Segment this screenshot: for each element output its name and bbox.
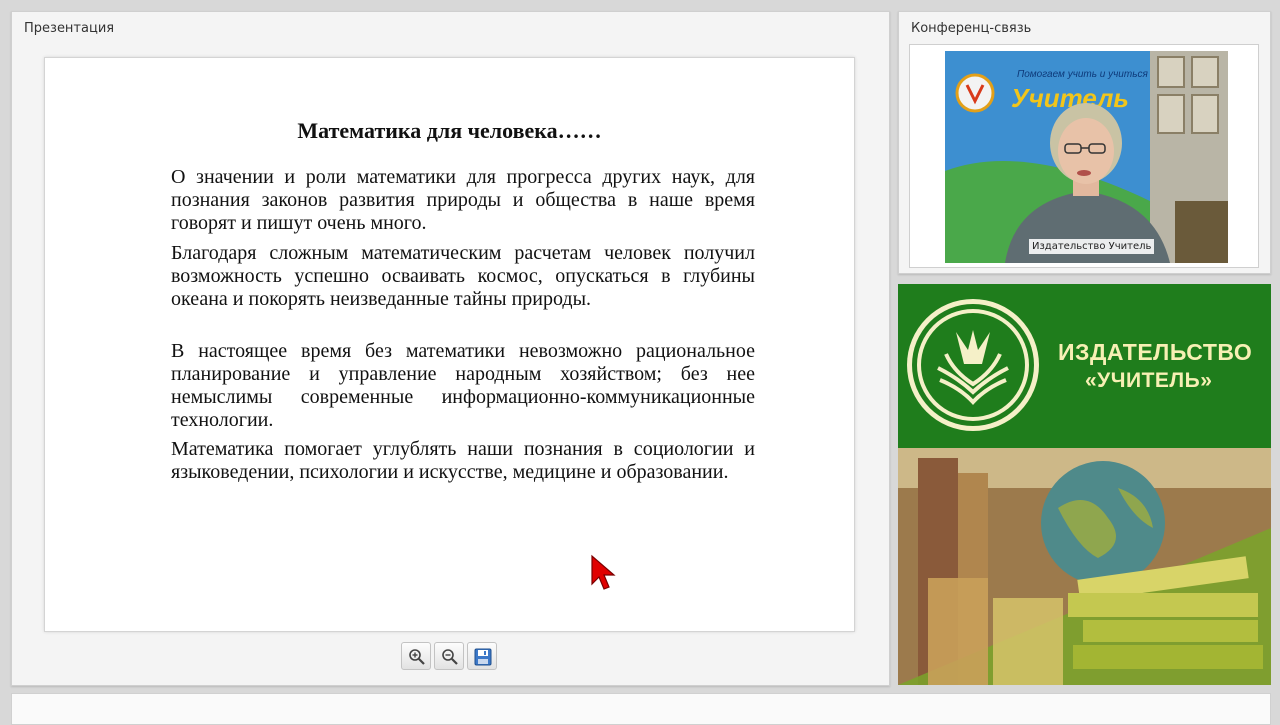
video-caption: Издательство Учитель	[1029, 239, 1155, 254]
presentation-panel-title: Презентация	[24, 21, 115, 36]
banner-title-line-2: «УЧИТЕЛЬ»	[1085, 369, 1213, 392]
slide-paragraph-4: Математика помогает углублять наши позна…	[171, 438, 755, 483]
publisher-logo-icon	[907, 299, 1039, 431]
mouse-pointer-icon	[591, 554, 616, 590]
presentation-panel: Презентация Математика для человека…… О …	[11, 11, 890, 686]
conference-panel: Конференц-связь Помогаем учить и учиться…	[898, 11, 1271, 274]
slide-paragraph-1: О значении и роли математики для прогрес…	[171, 166, 755, 234]
publisher-banner: ИЗДАТЕЛЬСТВО «УЧИТЕЛЬ»	[898, 284, 1271, 685]
poster-slogan: Помогаем учить и учиться	[1017, 69, 1148, 80]
video-frame: Помогаем учить и учиться Учитель Издател…	[909, 44, 1259, 268]
slide-title: Математика для человека……	[297, 118, 602, 143]
zoom-out-icon	[442, 649, 458, 665]
webcam-video[interactable]: Помогаем учить и учиться Учитель Издател…	[945, 51, 1228, 263]
banner-title-line-1: ИЗДАТЕЛЬСТВО	[1058, 339, 1253, 365]
conference-panel-title: Конференц-связь	[911, 21, 1032, 36]
zoom-in-button[interactable]	[401, 642, 431, 670]
slide-paragraph-2: Благодаря сложным математическим расчета…	[171, 242, 755, 310]
save-button[interactable]	[467, 642, 497, 670]
bottom-bar	[11, 693, 1271, 725]
books-globe-image	[898, 448, 1271, 685]
slide-paragraph-3: В настоящее время без математики невозмо…	[171, 340, 755, 431]
floppy-disk-icon	[474, 648, 492, 666]
slide: Математика для человека…… О значении и р…	[44, 57, 855, 632]
webcam-scene: Помогаем учить и учиться Учитель	[945, 51, 1228, 263]
zoom-in-icon	[409, 649, 425, 665]
banner-header: ИЗДАТЕЛЬСТВО «УЧИТЕЛЬ»	[898, 284, 1271, 448]
zoom-out-button[interactable]	[434, 642, 464, 670]
